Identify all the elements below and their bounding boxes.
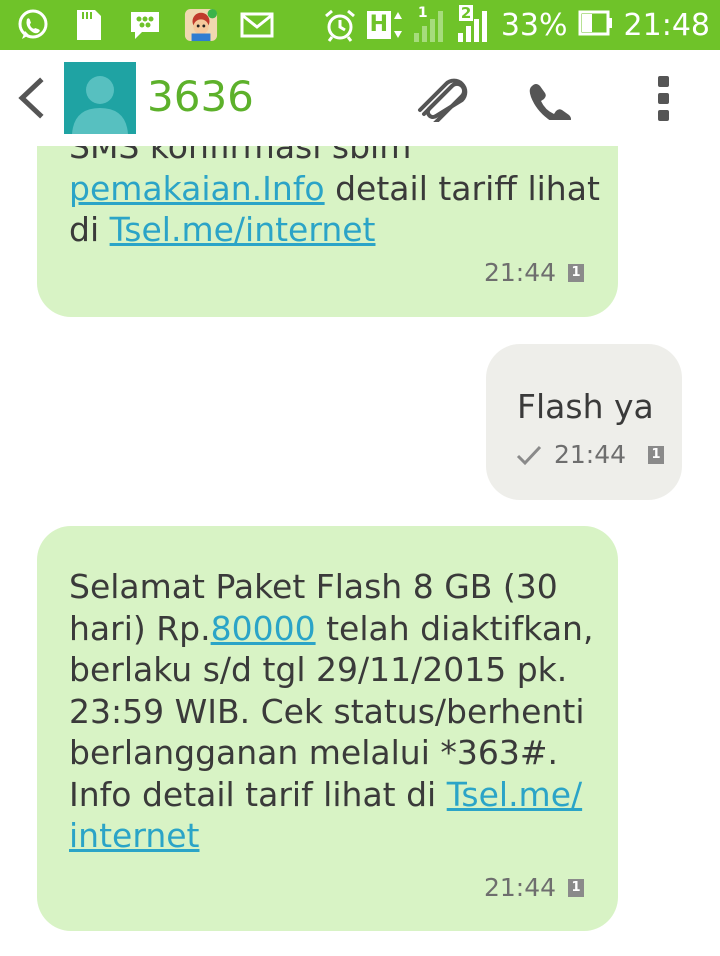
message-line: Info detail tarif lihat di Tsel.me/: [69, 774, 593, 816]
message-text-segment: detail tariff lihat: [324, 168, 600, 208]
message-line: Selamat Paket Flash 8 GB (30: [69, 566, 593, 608]
status-bar: H 1 2 33% 21:48: [0, 0, 720, 50]
message-text-segment: telah diaktifkan,: [315, 608, 594, 648]
message-text: SMS konfirmasi sblm pemakaian.Info detai…: [69, 146, 600, 251]
notification-icons: [16, 8, 274, 42]
signal-sim1-icon: 1: [413, 5, 447, 43]
game-app-icon: [184, 8, 218, 42]
sd-card-icon: [72, 8, 106, 42]
message-text: Flash ya: [517, 387, 654, 426]
message-text-segment: hari) Rp.: [69, 608, 211, 648]
whatsapp-icon: [16, 8, 50, 42]
bbm-icon: [128, 8, 162, 42]
alarm-icon: [323, 8, 357, 42]
message-text-segment: berlaku s/d tgl 29/11/2015 pk.: [69, 650, 568, 689]
message-text: Selamat Paket Flash 8 GB (30 hari) Rp.80…: [69, 566, 593, 857]
signal-sim2-icon: 2: [457, 4, 491, 43]
message-meta: 21:44 1: [516, 440, 665, 469]
message-meta: 21:44 1: [484, 873, 585, 902]
message-time: 21:44: [484, 873, 557, 902]
message-text-segment: berlangganan melalui *363#.: [69, 733, 558, 772]
message-time: 21:44: [554, 440, 627, 469]
message-text-segment: di: [69, 210, 110, 249]
message-text-segment: 23:59 WIB. Cek status/berhenti: [69, 691, 585, 731]
message-text-segment: Info detail tarif lihat di: [69, 774, 447, 814]
message-link[interactable]: Tsel.me/internet: [110, 210, 376, 249]
message-link[interactable]: internet: [69, 816, 199, 855]
message-link[interactable]: Tsel.me/: [447, 775, 582, 814]
message-line: pemakaian.Info detail tariff lihat: [69, 168, 600, 210]
message-text-segment: Selamat Paket Flash 8 GB (30: [69, 567, 558, 606]
sim1-label: 1: [417, 5, 428, 21]
message-time: 21:44: [484, 258, 557, 287]
sim2-label: 2: [458, 4, 474, 22]
sim-badge-icon: 1: [648, 445, 665, 464]
email-icon: [240, 8, 274, 42]
attach-icon[interactable]: [412, 76, 468, 126]
clock: 21:48: [623, 7, 710, 43]
check-icon: [516, 445, 542, 465]
message-link[interactable]: pemakaian.Info: [69, 169, 325, 208]
message-meta: 21:44 1: [484, 258, 585, 287]
more-icon[interactable]: [654, 74, 674, 124]
message-line: SMS konfirmasi sblm: [69, 146, 600, 168]
back-icon[interactable]: [14, 77, 48, 119]
battery-icon: [578, 10, 614, 40]
system-status: H 1 2 33% 21:48: [323, 4, 710, 44]
message-link[interactable]: 80000: [211, 609, 316, 648]
message-line: 23:59 WIB. Cek status/berhenti: [69, 691, 593, 733]
sim-badge-icon: 1: [568, 263, 585, 282]
message-line: berlaku s/d tgl 29/11/2015 pk.: [69, 649, 593, 691]
contact-avatar-icon[interactable]: [64, 62, 136, 134]
call-icon[interactable]: [526, 80, 576, 126]
message-text-segment: SMS konfirmasi sblm: [69, 146, 412, 166]
contact-name[interactable]: 3636: [147, 72, 254, 121]
sim-badge-icon: 1: [568, 878, 585, 897]
conversation-header: 3636: [0, 50, 720, 146]
message-line: hari) Rp.80000 telah diaktifkan,: [69, 608, 593, 650]
network-h-icon: H: [366, 8, 403, 42]
network-type-label: H: [366, 11, 391, 39]
message-line: berlangganan melalui *363#.: [69, 732, 593, 774]
message-line: di Tsel.me/internet: [69, 209, 600, 251]
battery-percent: 33%: [500, 7, 568, 43]
message-line: internet: [69, 815, 593, 857]
message-list[interactable]: SMS konfirmasi sblm pemakaian.Info detai…: [0, 146, 720, 956]
